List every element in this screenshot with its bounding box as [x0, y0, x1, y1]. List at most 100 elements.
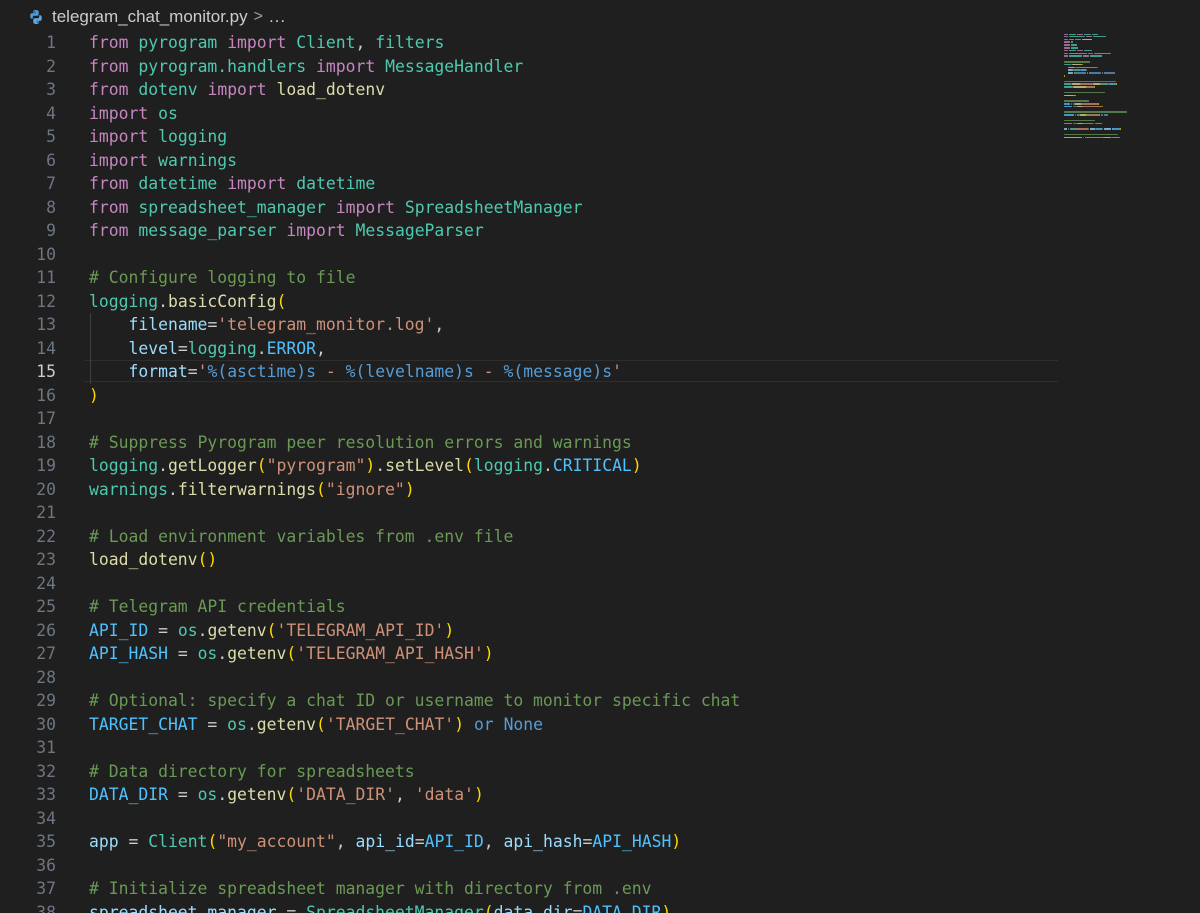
code-token: - — [316, 362, 346, 381]
code-line[interactable]: 13 filename='telegram_monitor.log', — [0, 313, 1060, 337]
code-token: api_id — [355, 832, 415, 851]
code-line[interactable]: 31 — [0, 736, 1060, 760]
code-line[interactable]: 38 spreadsheet_manager = SpreadsheetManag… — [0, 901, 1060, 913]
code-line[interactable]: 15 format='%(asctime)s - %(levelname)s -… — [0, 360, 1060, 384]
code-line[interactable]: 34 — [0, 807, 1060, 831]
code-token: MessageParser — [355, 221, 484, 240]
code-token: getenv — [227, 785, 287, 804]
minimap-line — [1074, 94, 1077, 97]
minimap-line — [1094, 86, 1096, 88]
minimap-line — [1067, 72, 1074, 74]
code-token: getenv — [256, 714, 317, 734]
minimap-line — [1070, 47, 1079, 49]
minimap-line — [1064, 114, 1075, 116]
code-line[interactable]: 2 from pyrogram.handlers import MessageHa… — [0, 55, 1060, 79]
line-number: 4 — [46, 103, 56, 123]
code-token: import — [89, 103, 149, 123]
code-text: format='%(asctime)s - %(levelname)s - %(… — [89, 360, 622, 384]
code-line[interactable]: 36 — [0, 854, 1060, 878]
code-token: load_dotenv — [276, 80, 386, 99]
minimap-line — [1085, 69, 1087, 71]
line-number: 31 — [36, 738, 56, 757]
code-token: os — [197, 785, 218, 804]
code-token: pyrogram.handlers — [138, 56, 307, 76]
minimap-line — [1094, 52, 1112, 55]
code-line[interactable]: 1 from pyrogram import Client, filters — [0, 31, 1060, 55]
code-line[interactable]: 27 API_HASH = os.getenv('TELEGRAM_API_HAS… — [0, 642, 1060, 666]
code-line[interactable]: 23 load_dotenv() — [0, 548, 1060, 572]
minimap-line — [1070, 41, 1073, 43]
line-number: 21 — [36, 503, 56, 522]
line-number: 36 — [36, 855, 56, 875]
code-line[interactable]: 20 warnings.filterwarnings("ignore") — [0, 478, 1060, 502]
code-line[interactable]: 33 DATA_DIR = os.getenv('DATA_DIR', 'data… — [0, 783, 1060, 807]
code-line[interactable]: 12 logging.basicConfig( — [0, 290, 1060, 314]
code-line[interactable]: 17 — [0, 407, 1060, 431]
code-line[interactable]: 22 # Load environment variables from .env… — [0, 525, 1060, 549]
code-token: pyrogram — [138, 33, 218, 52]
code-token: ) — [444, 620, 455, 640]
line-number: 16 — [36, 385, 56, 405]
breadcrumb-file-name[interactable]: telegram_chat_monitor.py — [52, 7, 248, 27]
code-token: 'telegram_monitor.log' — [217, 315, 435, 334]
line-number: 30 — [36, 714, 56, 734]
code-line[interactable]: 19 logging.getLogger("pyrogram").setLevel… — [0, 454, 1060, 478]
code-token: = — [207, 315, 218, 334]
minimap-line — [1083, 55, 1089, 57]
code-line[interactable]: 7 from datetime import datetime — [0, 172, 1060, 196]
code-line[interactable]: 25 # Telegram API credentials — [0, 595, 1060, 619]
code-line[interactable]: 24 — [0, 572, 1060, 596]
code-token: # Telegram API credentials — [89, 597, 346, 616]
code-token: ( — [286, 785, 297, 804]
code-token: = — [197, 714, 228, 734]
code-token: from — [89, 174, 129, 193]
code-line[interactable]: 30 TARGET_CHAT = os.getenv('TARGET_CHAT')… — [0, 713, 1060, 737]
minimap-line — [1064, 83, 1071, 85]
code-token: import — [207, 80, 267, 99]
code-line[interactable]: 29 # Optional: specify a chat ID or usern… — [0, 689, 1060, 713]
code-line[interactable]: 6 import warnings — [0, 149, 1060, 173]
code-editor[interactable]: 1 from pyrogram import Client, filters 2 fr… — [0, 31, 1060, 913]
code-token: ' — [612, 362, 622, 381]
code-line[interactable]: 9 from message_parser import MessageParse… — [0, 219, 1060, 243]
code-line[interactable]: 4 import os — [0, 102, 1060, 126]
minimap-line — [1103, 128, 1112, 130]
code-token: . — [217, 644, 228, 663]
code-line[interactable]: 28 — [0, 666, 1060, 690]
code-token: , — [434, 315, 445, 334]
code-line[interactable]: 37 # Initialize spreadsheet manager with … — [0, 877, 1060, 901]
code-token: import — [89, 150, 149, 170]
minimap-line — [1071, 83, 1081, 85]
code-text: from message_parser import MessageParser — [89, 219, 484, 243]
code-token: = — [167, 785, 198, 804]
code-text: DATA_DIR = os.getenv('DATA_DIR', 'data') — [89, 783, 484, 807]
code-line[interactable]: 35 app = Client("my_account", api_id=API_… — [0, 830, 1060, 854]
code-line[interactable]: 26 API_ID = os.getenv('TELEGRAM_API_ID') — [0, 619, 1060, 643]
code-token: from — [89, 56, 129, 76]
breadcrumb-more-symbols[interactable]: ... — [269, 7, 286, 27]
minimap[interactable] — [1060, 31, 1200, 291]
minimap-line — [1067, 66, 1076, 69]
code-line[interactable]: 10 — [0, 243, 1060, 267]
code-line[interactable]: 5 import logging — [0, 125, 1060, 149]
code-line[interactable]: 8 from spreadsheet_manager import Spreads… — [0, 196, 1060, 220]
minimap-line — [1087, 52, 1094, 55]
code-line[interactable]: 11 # Configure logging to file — [0, 266, 1060, 290]
minimap-line — [1098, 103, 1100, 105]
code-line[interactable]: 14 level=logging.ERROR, — [0, 337, 1060, 361]
code-token: ERROR — [266, 338, 316, 358]
code-text: from datetime import datetime — [89, 172, 375, 196]
code-token: . — [542, 456, 553, 475]
minimap-line — [1068, 38, 1075, 41]
code-line[interactable]: 21 — [0, 501, 1060, 525]
code-line[interactable]: 3 from dotenv import load_dotenv — [0, 78, 1060, 102]
line-number: 22 — [36, 526, 56, 546]
code-line[interactable]: 18 # Suppress Pyrogram peer resolution er… — [0, 431, 1060, 455]
code-token: filterwarnings — [177, 479, 316, 499]
code-line[interactable]: 16) — [0, 384, 1060, 408]
line-number: 25 — [36, 597, 56, 616]
code-line[interactable]: 32 # Data directory for spreadsheets — [0, 760, 1060, 784]
minimap-line — [1067, 128, 1069, 130]
